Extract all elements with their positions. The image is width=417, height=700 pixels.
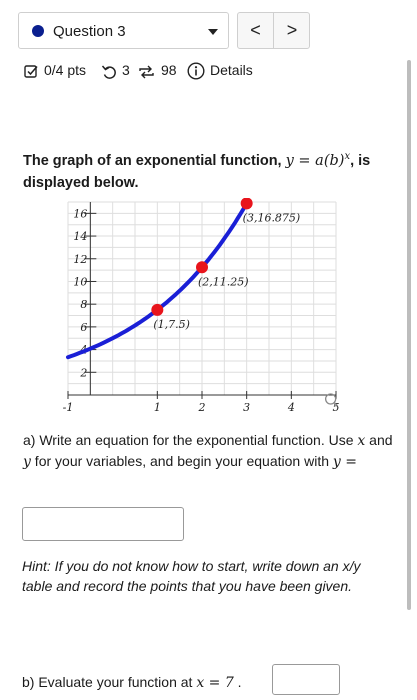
problem-statement: The graph of an exponential function, y … — [23, 146, 395, 194]
part-a-text-3: for your variables, and begin your equat… — [30, 453, 333, 469]
y-tick-label: 6 — [80, 321, 87, 334]
hint-text: Hint: If you do not know how to start, w… — [22, 558, 361, 594]
data-point — [151, 303, 164, 316]
prev-question-button[interactable]: < — [238, 13, 274, 48]
y-tick-label: 2 — [79, 366, 87, 379]
question-label: Question 3 — [53, 23, 126, 40]
y-tick-label: 8 — [80, 298, 87, 311]
chevron-down-icon[interactable] — [208, 29, 218, 35]
scrollbar[interactable] — [407, 60, 411, 610]
statement-text-pre: The graph of an exponential function, — [23, 152, 286, 169]
part-b-period: . — [233, 674, 242, 690]
point-label: (3,16.875) — [243, 211, 301, 224]
part-a-text-1: a) Write an equation for the exponential… — [23, 432, 358, 448]
x-tick-label: 2 — [198, 401, 206, 414]
x-tick-label: 4 — [287, 401, 295, 414]
undo-icon — [101, 64, 117, 80]
part-a-prompt: a) Write an equation for the exponential… — [23, 430, 393, 472]
part-a-text-2: and — [365, 432, 393, 448]
part-b-prompt: b) Evaluate your function at x = 7 . — [22, 674, 242, 691]
equation-answer-input[interactable] — [22, 507, 184, 541]
x-tick-label: 1 — [154, 401, 161, 414]
part-a-var-y: y — [23, 454, 31, 470]
y-tick-label: 14 — [73, 230, 87, 243]
checkbox-edit-icon — [24, 64, 39, 79]
next-question-button[interactable]: > — [274, 13, 310, 48]
exponential-graph: -1 1 2 3 4 5246810121416(1,7.5)(2,11.25)(3,16… — [63, 198, 340, 414]
x-tick-label: -1 — [63, 401, 74, 414]
point-label: (1,7.5) — [153, 318, 190, 331]
statement-math: y = a(b) — [285, 152, 345, 169]
part-a-eq-start: y = — [332, 454, 357, 470]
repeat-icon — [138, 64, 155, 80]
data-point — [196, 261, 208, 274]
question-nav: < > — [237, 12, 310, 49]
submissions-count: 98 — [161, 62, 177, 78]
y-tick-label: 16 — [73, 207, 87, 220]
score-text: 0/4 pts — [44, 62, 87, 78]
info-icon[interactable] — [187, 62, 205, 80]
question-selector[interactable]: Question 3 — [18, 12, 229, 49]
part-b-math: x = 7 — [196, 675, 234, 691]
details-link[interactable]: Details — [210, 62, 253, 78]
point-label: (2,11.25) — [198, 275, 249, 288]
y-tick-label: 12 — [73, 253, 87, 266]
evaluate-answer-input[interactable] — [272, 664, 340, 695]
part-b-text: b) Evaluate your function at — [22, 674, 197, 690]
question-status-dot — [32, 25, 44, 37]
y-tick-label: 10 — [73, 275, 87, 288]
retries-count: 3 — [122, 62, 130, 78]
x-tick-label: 3 — [243, 401, 250, 414]
